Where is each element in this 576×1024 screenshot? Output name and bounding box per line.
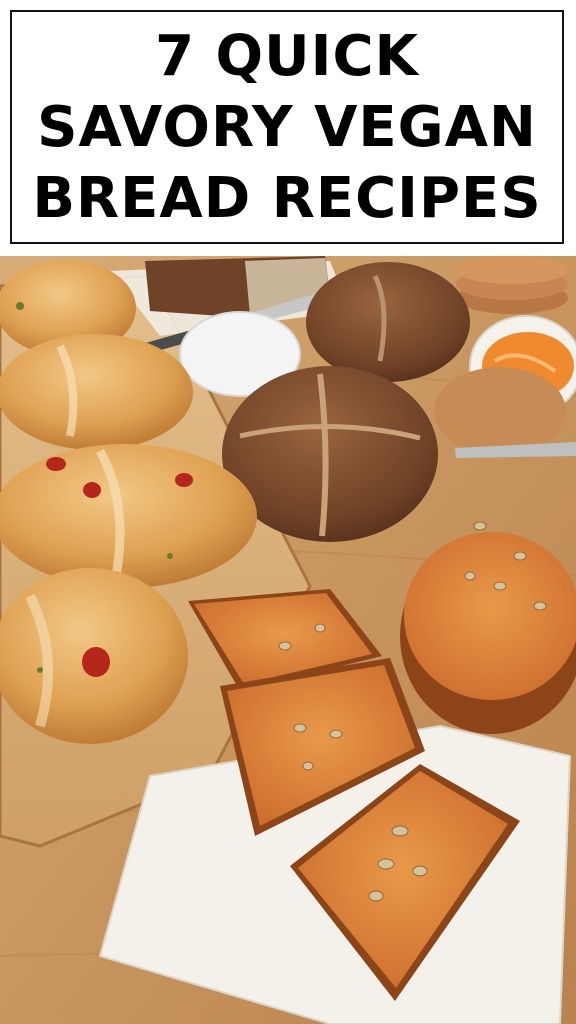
title-line-3: BREAD RECIPES — [32, 165, 542, 231]
title-line-1: 7 QUICK — [155, 23, 419, 89]
pin-image: 7 QUICK SAVORY VEGAN BREAD RECIPES — [0, 0, 576, 1024]
bread-photo — [0, 256, 576, 1024]
bread-photo-illustration — [0, 256, 576, 1024]
title-banner: 7 QUICK SAVORY VEGAN BREAD RECIPES — [0, 0, 576, 256]
title-frame: 7 QUICK SAVORY VEGAN BREAD RECIPES — [10, 10, 564, 244]
title-line-2: SAVORY VEGAN — [37, 94, 537, 160]
pumpkin-loaf-round — [400, 532, 576, 734]
wooden-coasters — [456, 256, 568, 314]
rye-boule-top — [306, 262, 470, 382]
